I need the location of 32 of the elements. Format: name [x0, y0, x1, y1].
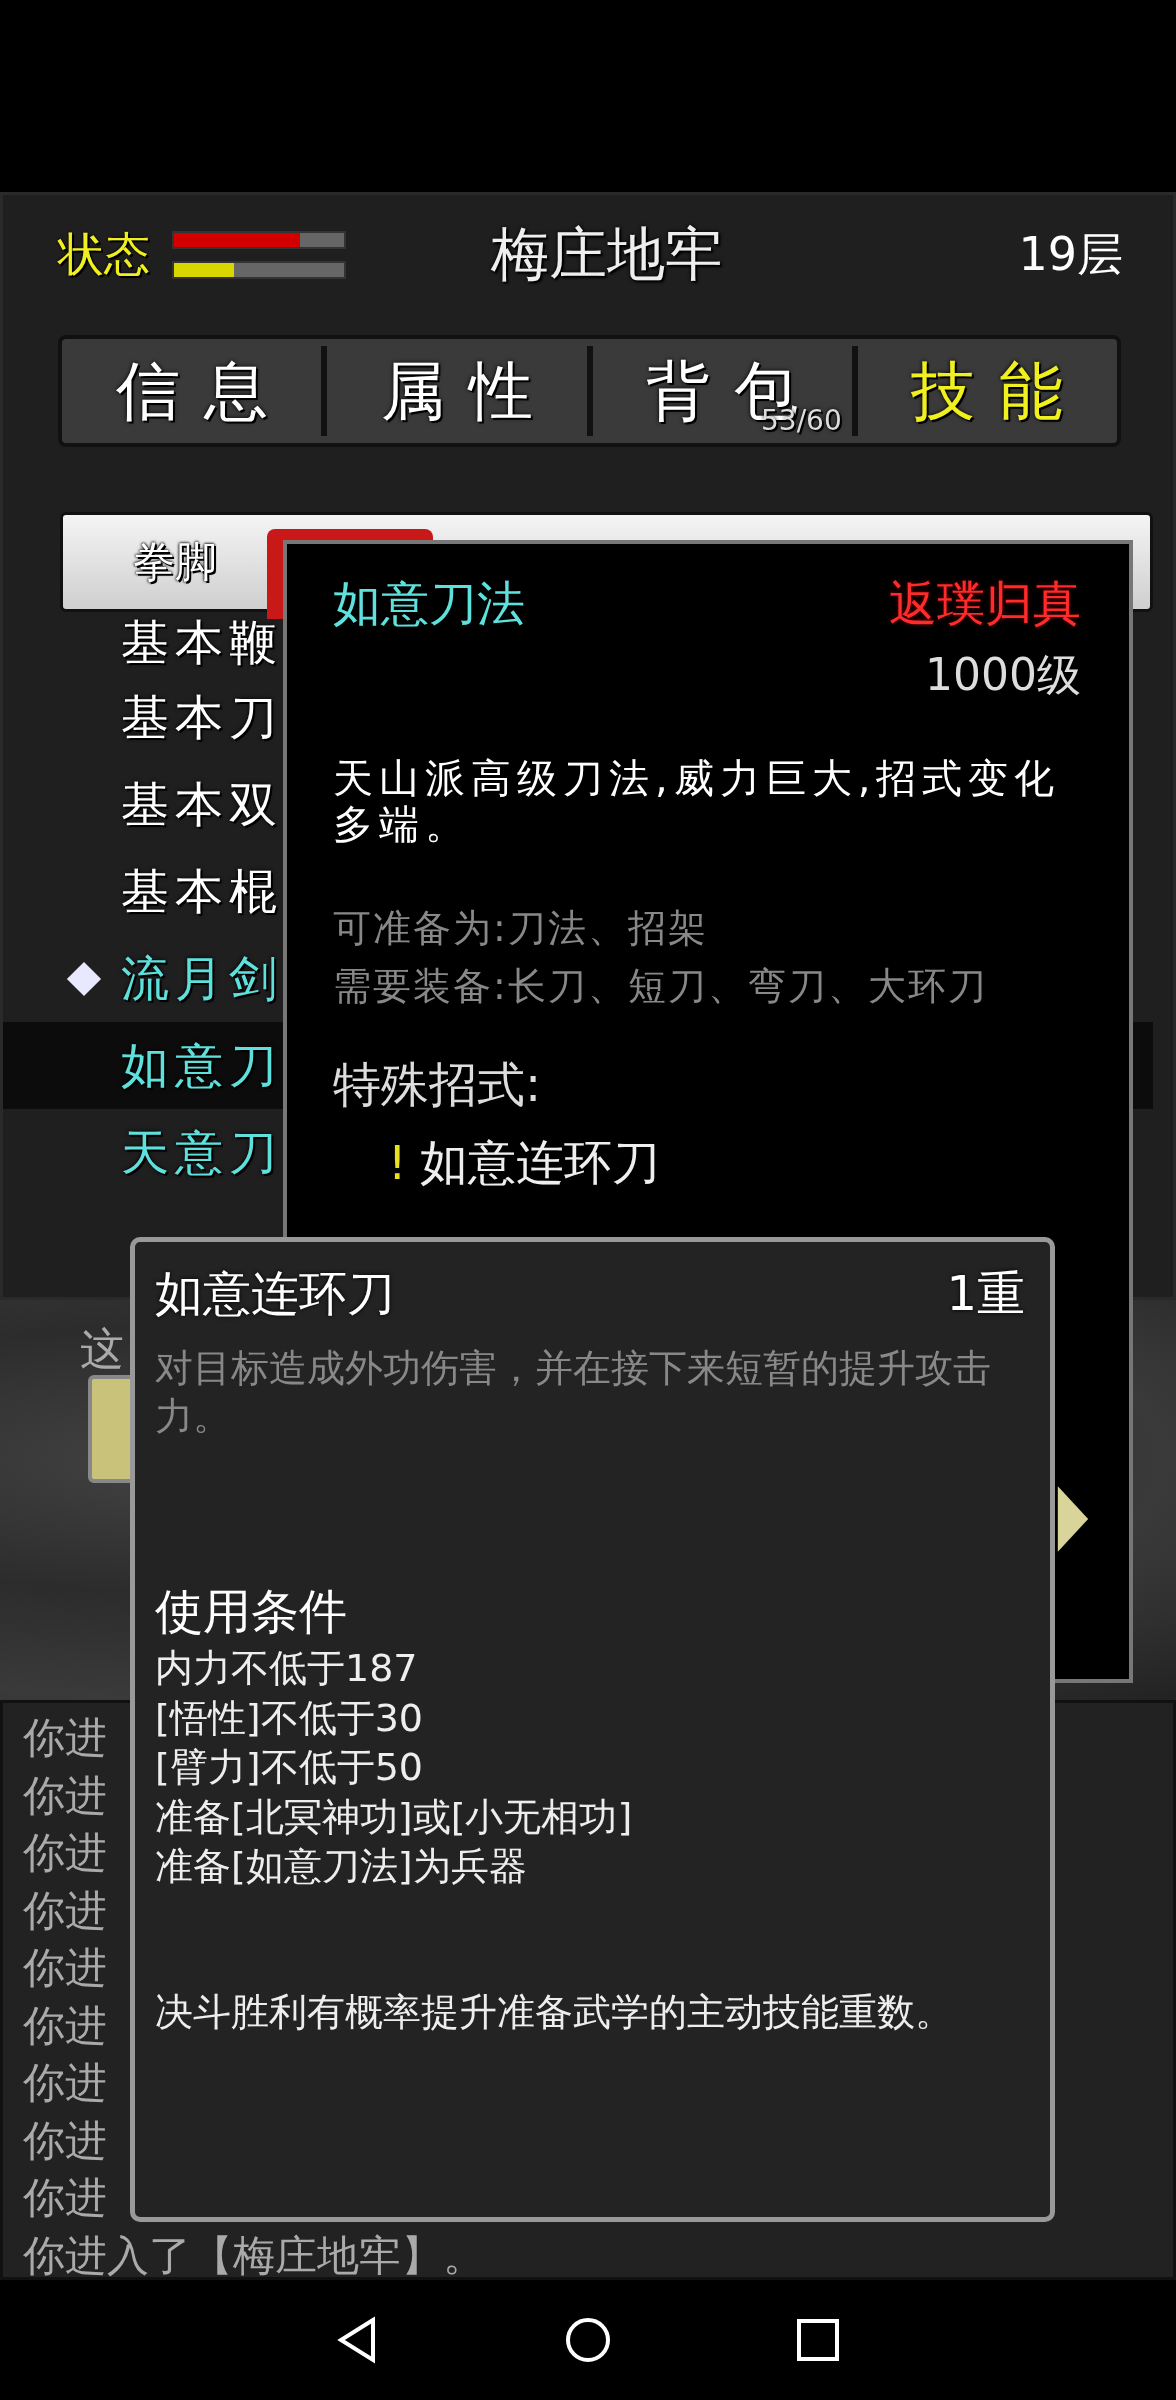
log-line: 你进	[23, 2057, 107, 2109]
move-note: 决斗胜利有概率提升准备武学的主动技能重数。	[155, 1988, 954, 2036]
log-line: 你进入了【梅庄地牢】。	[23, 2229, 485, 2282]
condition-line: [悟性]不低于30	[155, 1694, 424, 1742]
skill-level: 1000级	[924, 648, 1081, 702]
log-line: 你进	[23, 1942, 107, 1994]
conditions-title: 使用条件	[155, 1582, 348, 1641]
prompt-text: 这	[80, 1322, 124, 1376]
special-moves-label: 特殊招式:	[333, 1055, 543, 1114]
move-name: 如意连环刀	[155, 1264, 395, 1323]
skill-name: 如意刀法	[333, 574, 525, 633]
log-line: 你进	[23, 1999, 107, 2052]
skill-info: 需要装备:长刀、短刀、弯刀、大环刀	[333, 963, 989, 1010]
skill-description: 天山派高级刀法,威力巨大,招式变化多端。	[333, 755, 1062, 847]
move-description: 对目标造成外功伤害，并在接下来短暂的提升攻击力。	[155, 1345, 992, 1440]
condition-line: [臂力]不低于50	[155, 1744, 424, 1791]
alert-mark: !	[388, 1136, 407, 1190]
log-line: 你进	[23, 1769, 107, 1822]
log-line: 你进	[23, 1712, 107, 1764]
log-line: 你进	[23, 2172, 107, 2224]
skill-info: 可准备为:刀法、招架	[333, 905, 709, 952]
log-line: 你进	[23, 1827, 107, 1879]
log-line: 你进	[23, 1884, 107, 1937]
skill-realm: 返璞归真	[889, 574, 1081, 633]
level-text: 1重	[946, 1264, 1025, 1323]
log-line: 你进	[23, 2114, 107, 2167]
location-title: 梅庄地牢	[490, 219, 725, 290]
condition-line: 内力不低于187	[155, 1645, 419, 1692]
condition-line: 准备[北冥神功]或[小无相功]	[155, 1793, 634, 1841]
floor-label: 19层	[1018, 226, 1123, 283]
condition-line: 准备[如意刀法]为兵器	[155, 1843, 528, 1890]
status-label: 状态	[58, 226, 150, 283]
